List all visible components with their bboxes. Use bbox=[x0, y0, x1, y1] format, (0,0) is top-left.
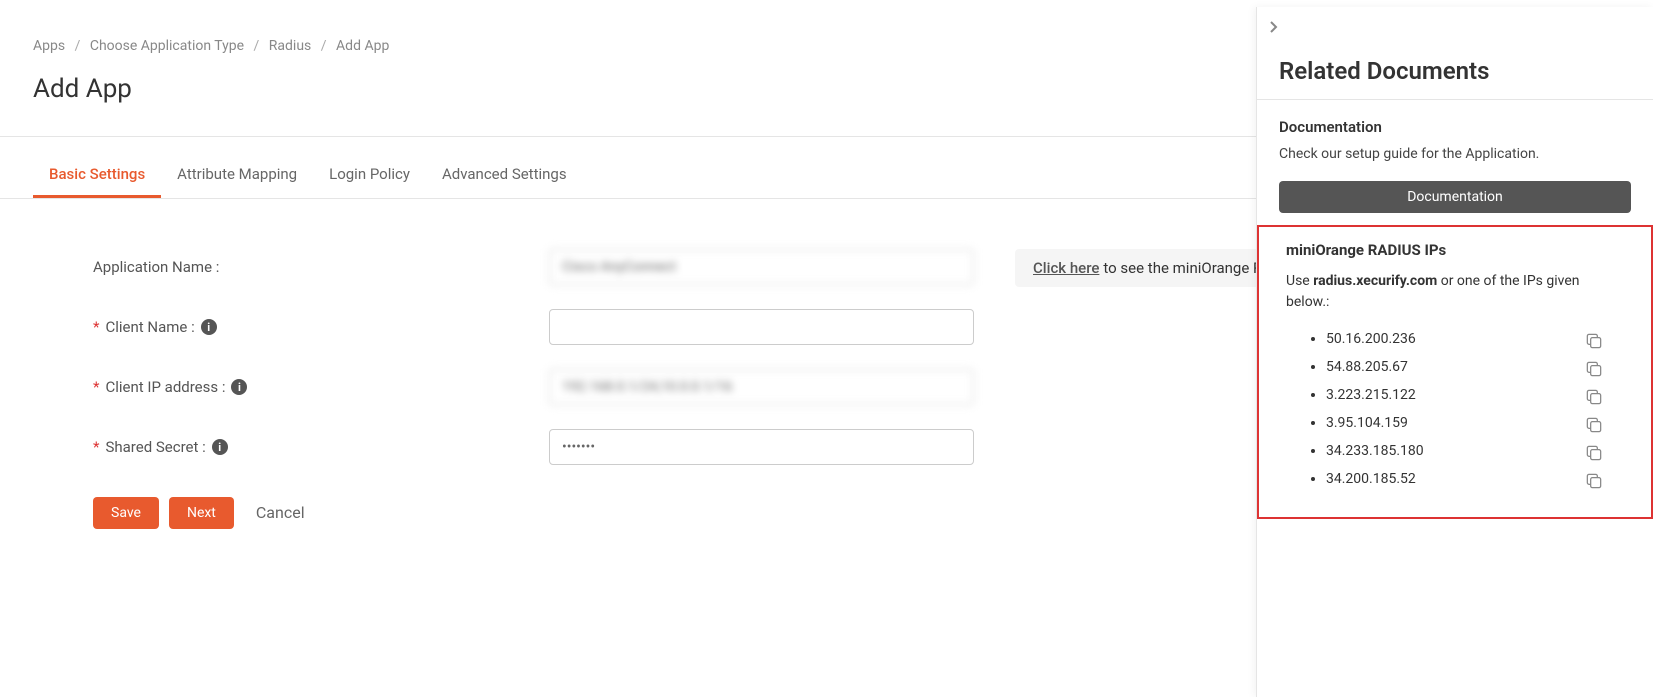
ip-host: radius.xecurify.com bbox=[1313, 273, 1437, 289]
ip-item: 3.223.215.122 bbox=[1326, 387, 1624, 403]
tab-basic-settings[interactable]: Basic Settings bbox=[33, 153, 161, 198]
collapse-panel-icon[interactable] bbox=[1269, 19, 1279, 38]
tab-advanced-settings[interactable]: Advanced Settings bbox=[426, 153, 583, 198]
panel-documentation-section: Documentation Check our setup guide for … bbox=[1257, 100, 1653, 165]
ip-item: 3.95.104.159 bbox=[1326, 415, 1624, 431]
client-ip-input[interactable] bbox=[549, 369, 974, 405]
info-icon[interactable]: i bbox=[231, 379, 247, 395]
application-name-input[interactable] bbox=[549, 249, 974, 285]
label-text: Client IP address : bbox=[105, 378, 225, 396]
ip-use-text: Use bbox=[1286, 273, 1313, 289]
ip-item: 34.233.185.180 bbox=[1326, 443, 1624, 459]
required-mark: * bbox=[93, 438, 99, 456]
required-mark: * bbox=[93, 378, 99, 396]
label-client-ip: * Client IP address : i bbox=[93, 378, 549, 396]
info-icon[interactable]: i bbox=[201, 319, 217, 335]
ip-item: 34.200.185.52 bbox=[1326, 471, 1624, 487]
click-here-link[interactable]: Click here bbox=[1033, 259, 1099, 277]
copy-icon[interactable] bbox=[1584, 331, 1604, 351]
label-shared-secret: * Shared Secret : i bbox=[93, 438, 549, 456]
tab-login-policy[interactable]: Login Policy bbox=[313, 153, 426, 198]
label-application-name: Application Name : bbox=[93, 258, 549, 276]
breadcrumb-link-choose[interactable]: Choose Application Type bbox=[90, 38, 244, 54]
cell-client-name bbox=[549, 309, 974, 345]
ip-desc: Use radius.xecurify.com or one of the IP… bbox=[1286, 271, 1624, 313]
ip-heading: miniOrange RADIUS IPs bbox=[1286, 241, 1624, 259]
info-icon[interactable]: i bbox=[212, 439, 228, 455]
ip-value: 34.233.185.180 bbox=[1326, 443, 1424, 459]
label-text: Shared Secret : bbox=[105, 438, 205, 456]
breadcrumb-current: Add App bbox=[336, 38, 389, 54]
ip-item: 50.16.200.236 bbox=[1326, 331, 1624, 347]
hint-text: to see the miniOrange R bbox=[1103, 259, 1262, 277]
documentation-desc: Check our setup guide for the Applicatio… bbox=[1279, 144, 1631, 165]
ip-value: 54.88.205.67 bbox=[1326, 359, 1408, 375]
breadcrumb-link-apps[interactable]: Apps bbox=[33, 38, 65, 54]
ip-value: 34.200.185.52 bbox=[1326, 471, 1416, 487]
breadcrumb-sep: / bbox=[254, 38, 260, 54]
shared-secret-input[interactable] bbox=[549, 429, 974, 465]
panel-title: Related Documents bbox=[1257, 7, 1653, 100]
copy-icon[interactable] bbox=[1584, 359, 1604, 379]
save-button[interactable]: Save bbox=[93, 497, 159, 529]
label-client-name: * Client Name : i bbox=[93, 318, 549, 336]
related-documents-panel: Related Documents Documentation Check ou… bbox=[1256, 7, 1653, 697]
cancel-button[interactable]: Cancel bbox=[244, 495, 317, 530]
ip-value: 3.95.104.159 bbox=[1326, 415, 1408, 431]
cell-shared-secret bbox=[549, 429, 974, 465]
ip-item: 54.88.205.67 bbox=[1326, 359, 1624, 375]
documentation-button[interactable]: Documentation bbox=[1279, 181, 1631, 213]
breadcrumb-sep: / bbox=[75, 38, 81, 54]
client-name-input[interactable] bbox=[549, 309, 974, 345]
ip-value: 50.16.200.236 bbox=[1326, 331, 1416, 347]
radius-hint-banner: Click here to see the miniOrange R bbox=[1015, 249, 1280, 287]
cell-client-ip bbox=[549, 369, 974, 405]
label-text: Application Name : bbox=[93, 258, 219, 276]
label-text: Client Name : bbox=[105, 318, 194, 336]
documentation-heading: Documentation bbox=[1279, 118, 1631, 136]
copy-icon[interactable] bbox=[1584, 471, 1604, 491]
breadcrumb-sep: / bbox=[321, 38, 327, 54]
ip-list: 50.16.200.236 54.88.205.67 3.223.215.122… bbox=[1326, 331, 1624, 487]
ip-value: 3.223.215.122 bbox=[1326, 387, 1416, 403]
breadcrumb-link-radius[interactable]: Radius bbox=[269, 38, 312, 54]
tab-attribute-mapping[interactable]: Attribute Mapping bbox=[161, 153, 313, 198]
next-button[interactable]: Next bbox=[169, 497, 234, 529]
copy-icon[interactable] bbox=[1584, 415, 1604, 435]
radius-ip-box: miniOrange RADIUS IPs Use radius.xecurif… bbox=[1257, 225, 1653, 519]
required-mark: * bbox=[93, 318, 99, 336]
copy-icon[interactable] bbox=[1584, 443, 1604, 463]
copy-icon[interactable] bbox=[1584, 387, 1604, 407]
cell-application-name bbox=[549, 249, 974, 285]
